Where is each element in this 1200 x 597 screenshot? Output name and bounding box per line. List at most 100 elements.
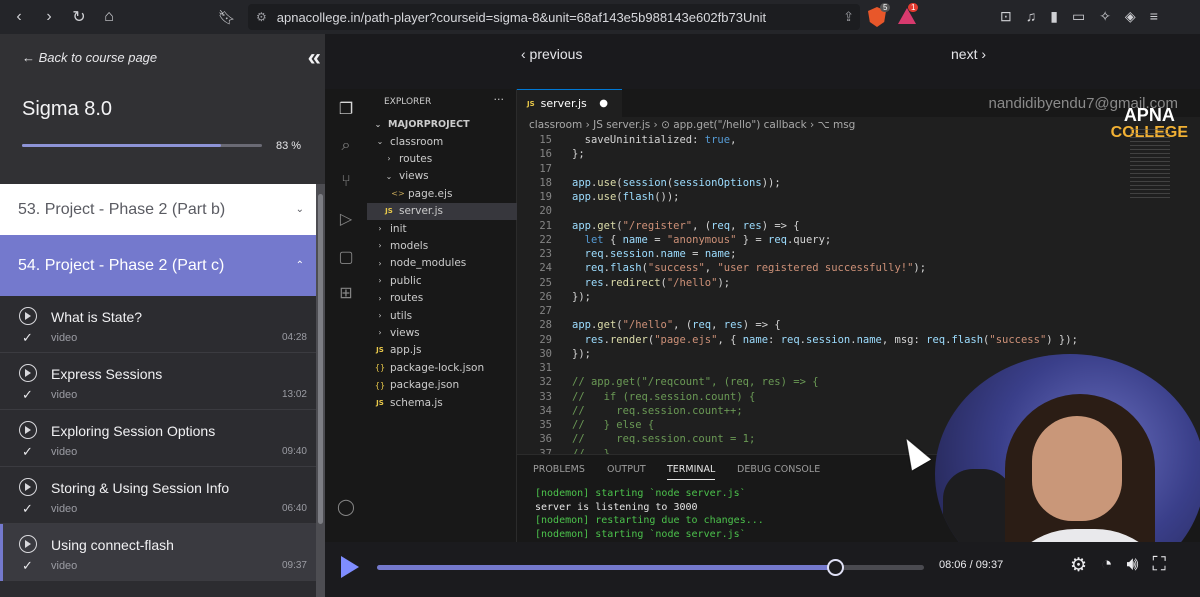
js-file-icon: JS [376,398,384,407]
code-text: res.render("page.ejs", { name: req.sessi… [584,333,1078,346]
settings-gear-icon[interactable]: ⚙ [1070,554,1087,577]
seek-progress [377,565,835,570]
address-bar[interactable]: ⚙ apnacollege.in/path-player?courseid=si… [248,4,860,30]
line-number: 30 [539,347,552,360]
seek-handle[interactable] [826,559,844,576]
panel-tab-terminal: TERMINAL [667,464,716,480]
lesson-title: Exploring Session Options [51,423,216,439]
section-54[interactable]: 54. Project - Phase 2 (Part c) ⌃ [0,235,316,296]
js-file-icon: JS [527,99,535,108]
tree-item-label: package.json [390,379,460,392]
collapse-sidebar-icon[interactable]: « [308,44,322,72]
code-text: // app.get("/reqcount", (req, res) => { [572,376,819,389]
code-text: }; [572,148,585,161]
explorer-icon: ❐ [338,101,354,118]
line-number: 36 [539,433,552,446]
sidebar-scrollbar[interactable] [316,184,325,597]
code-line: 29 res.render("page.ejs", { name: req.se… [517,333,1200,347]
playback-speed-icon[interactable]: ◔ [1101,554,1112,577]
player-controls: 08:06 / 09:37 ⚙ ◔ 🔊︎ ⛶ [325,542,1200,597]
json-file-icon: {} [374,363,386,373]
project-root: ⌄ MAJORPROJECT [367,116,517,133]
code-line: 20 [517,204,1200,218]
leo-ai-icon[interactable]: ✧ [1099,8,1111,25]
music-icon[interactable]: ♫ [1026,8,1037,25]
line-number: 31 [539,362,552,374]
code-text: let { name = "anonymous" } = req.query; [584,233,832,246]
wallet-icon[interactable]: ▭ [1072,8,1085,25]
play-circle-icon [19,421,37,439]
code-text: app.get("/hello", (req, res) => { [572,319,781,332]
course-progress-fill [22,144,222,147]
code-text: // req.session.count++; [572,404,743,417]
terminal-line: [nodemon] restarting due to changes... [535,515,764,526]
tree-item: › node_modules [367,255,517,272]
js-file-icon: JS [385,207,393,216]
line-number: 27 [539,305,552,317]
volume-icon[interactable]: 🔊︎ [1127,554,1139,577]
url-text[interactable]: apnacollege.in/path-player?courseid=sigm… [277,10,766,25]
sidebar-toggle-icon[interactable]: ▮ [1050,8,1058,25]
back-icon[interactable]: ‹ [10,8,28,26]
line-number: 33 [539,390,552,403]
fullscreen-icon[interactable]: ⛶ [1153,554,1166,577]
home-icon[interactable]: ⌂ [100,8,118,26]
line-number: 29 [539,333,552,346]
lesson-title: Express Sessions [51,366,163,382]
panel-tab-output: OUTPUT [607,464,646,475]
explorer-title: EXPLORER [384,97,432,107]
play-icon[interactable] [341,556,359,578]
lesson-item[interactable]: ✓ Exploring Session Options video 09:40 [0,410,316,467]
search-icon: ⌕ [341,137,351,154]
lesson-item[interactable]: ✓ Express Sessions video 13:02 [0,353,316,410]
menu-icon[interactable]: ≡ [1150,8,1158,25]
lesson-item[interactable]: ✓ What is State? video 04:28 [0,296,316,353]
project-name: MAJORPROJECT [388,119,470,130]
code-line: 16}; [517,147,1200,161]
more-icon: ··· [493,93,505,106]
back-to-course-link[interactable]: ← Back to course page [22,50,157,65]
code-line: 15 saveUninitialized: true, [517,133,1200,147]
line-number: 32 [539,376,552,389]
lesson-item[interactable]: ✓ Storing & Using Session Info video 06:… [0,467,316,524]
forward-icon[interactable]: › [40,8,58,26]
lesson-duration: 09:40 [281,446,307,457]
tree-item-label: routes [399,152,433,165]
tree-item: JS server.js [367,202,517,220]
check-icon: ✓ [22,444,33,459]
share-icon[interactable]: ⇪ [843,9,854,25]
code-text: app.use(flash()); [572,191,680,203]
site-settings-icon[interactable]: ⚙ [256,10,267,24]
lesson-duration: 09:37 [281,560,307,571]
code-text: app.get("/register", (req, res) => { [572,219,800,232]
video-frame[interactable]: ❐ ⌕ ⑂ ▷ ▢ ⊞ ◯ EXPLORER ··· ⌄ MAJORPROJECT… [325,89,1200,554]
reload-icon[interactable]: ↻ [70,7,88,27]
chevron-right-icon: › [378,258,382,268]
bookmark-icon[interactable]: 🔖︎ [218,9,240,26]
tree-item-label: node_modules [390,257,467,270]
code-text: // req.session.count = 1; [572,433,756,446]
scrollbar-thumb[interactable] [318,194,323,524]
lesson-title: What is State? [51,309,143,325]
line-number: 26 [539,290,552,303]
section-53[interactable]: 53. Project - Phase 2 (Part b) ⌄ [0,184,316,235]
seek-bar[interactable] [377,559,924,576]
previous-lesson-button[interactable]: ‹ previous [521,46,582,62]
lesson-type: video [51,332,78,344]
screenshot-icon[interactable]: ⊡ [1000,8,1012,25]
vpn-icon[interactable]: ◈ [1125,8,1136,25]
code-line: 19 app.use(flash()); [517,190,1200,204]
tree-item: JS app.js [367,342,517,359]
lesson-item-active[interactable]: ✓ Using connect-flash video 09:37 [0,524,316,581]
tree-item: ⌄ views [367,168,517,185]
tree-item-label: views [399,170,429,183]
code-text: req.flash("success", "user registered su… [584,262,927,275]
tree-item: ⌄ classroom [367,133,517,150]
line-number: 17 [539,162,552,175]
browser-toolbar: ‹ › ↻ ⌂ 🔖︎ ⚙ apnacollege.in/path-player?… [0,0,1200,34]
next-lesson-button[interactable]: next › [951,46,986,62]
lesson-duration: 13:02 [281,389,307,400]
play-circle-icon [19,307,37,325]
remote-explorer-icon: ▢ [338,249,354,266]
ejs-file-icon: <> [391,189,405,199]
